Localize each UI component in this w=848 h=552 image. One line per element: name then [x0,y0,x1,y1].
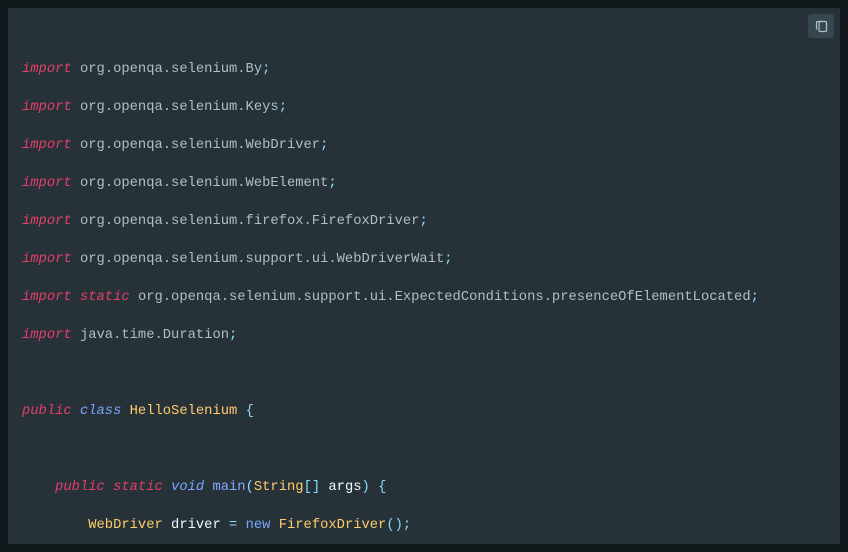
code-line: import org.openqa.selenium.firefox.Firef… [22,212,840,231]
copy-button[interactable] [808,14,834,38]
code-line: import org.openqa.selenium.WebElement; [22,174,840,193]
code-line: import org.openqa.selenium.WebDriver; [22,136,840,155]
code-line: public class HelloSelenium { [22,402,840,421]
code-line: public static void main(String[] args) { [22,478,840,497]
code-line [22,364,840,383]
clipboard-icon [814,19,829,34]
code-line: import org.openqa.selenium.By; [22,60,840,79]
code-line: import static org.openqa.selenium.suppor… [22,288,840,307]
code-line [22,440,840,459]
code-line: import org.openqa.selenium.Keys; [22,98,840,117]
code-line: import org.openqa.selenium.support.ui.We… [22,250,840,269]
code-frame: import org.openqa.selenium.By; import or… [0,0,848,552]
code-panel: import org.openqa.selenium.By; import or… [8,8,840,544]
code-line: WebDriver driver = new FirefoxDriver(); [22,516,840,535]
code-line: import java.time.Duration; [22,326,840,345]
